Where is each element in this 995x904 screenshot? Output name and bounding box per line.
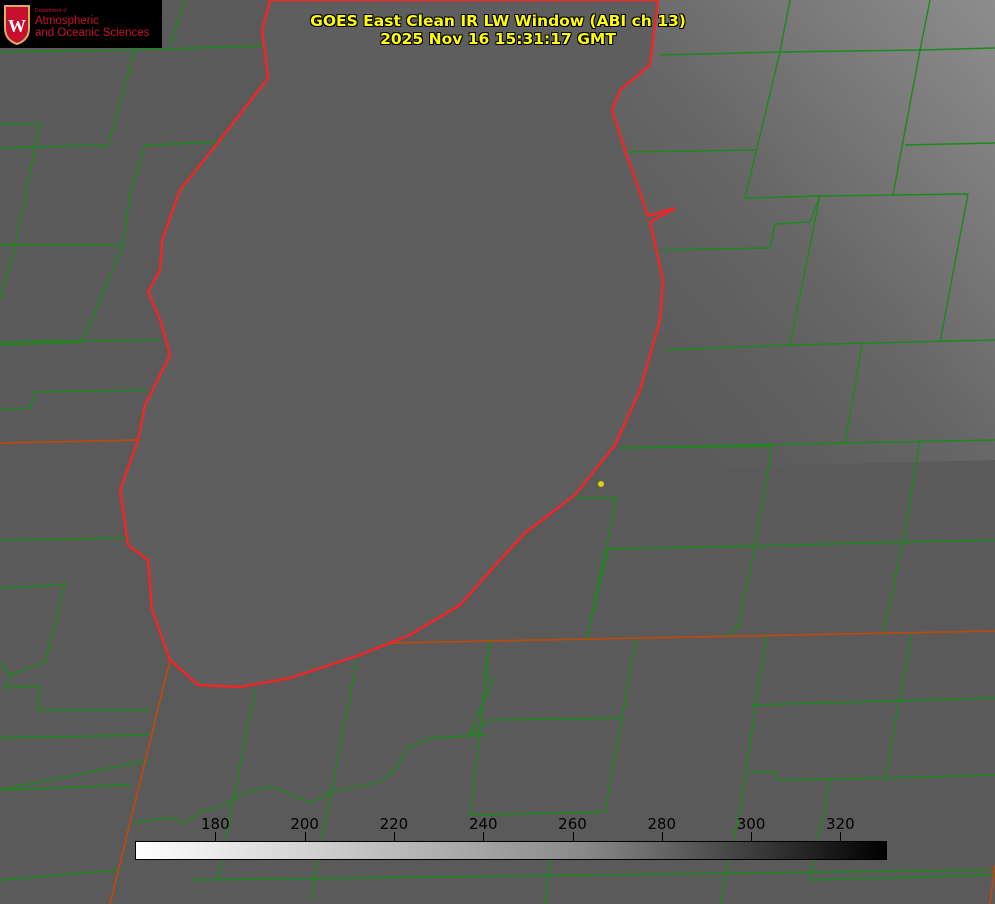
colorbar-tick-label: 260 bbox=[558, 815, 587, 833]
colorbar-tick bbox=[393, 832, 395, 841]
colorbar-tick bbox=[751, 832, 753, 841]
logo-line1: Atmospheric bbox=[35, 15, 99, 27]
colorbar-tick-label: 320 bbox=[826, 815, 855, 833]
logo-dept: Department of bbox=[35, 8, 67, 14]
colorbar bbox=[135, 841, 887, 860]
uw-aos-logo: W Department of Atmospheric and Oceanic … bbox=[0, 0, 162, 48]
colorbar-tick bbox=[483, 832, 485, 841]
colorbar-tick-label: 300 bbox=[736, 815, 766, 833]
colorbar-tick-label: 200 bbox=[290, 815, 319, 833]
colorbar-tick bbox=[840, 832, 842, 841]
colorbar-tick-label: 280 bbox=[647, 815, 677, 833]
svg-text:W: W bbox=[8, 16, 26, 36]
image-title: GOES East Clean IR LW Window (ABI ch 13)… bbox=[250, 12, 746, 48]
satellite-map bbox=[0, 0, 995, 904]
title-product: GOES East Clean IR LW Window (ABI ch 13) bbox=[310, 12, 686, 30]
uw-crest-icon: W bbox=[4, 5, 30, 46]
colorbar-tick-label: 180 bbox=[201, 815, 230, 833]
colorbar-tick-label: 220 bbox=[379, 815, 409, 833]
colorbar-tick bbox=[304, 832, 306, 841]
location-marker bbox=[598, 481, 604, 487]
logo-line2: and Oceanic Sciences bbox=[35, 27, 150, 39]
cloud-field bbox=[600, 0, 995, 470]
colorbar-tick bbox=[572, 832, 574, 841]
colorbar-tick bbox=[661, 832, 663, 841]
colorbar-tick bbox=[215, 832, 217, 841]
colorbar-tick-label: 240 bbox=[468, 815, 498, 833]
title-timestamp: 2025 Nov 16 15:31:17 GMT bbox=[380, 30, 616, 48]
